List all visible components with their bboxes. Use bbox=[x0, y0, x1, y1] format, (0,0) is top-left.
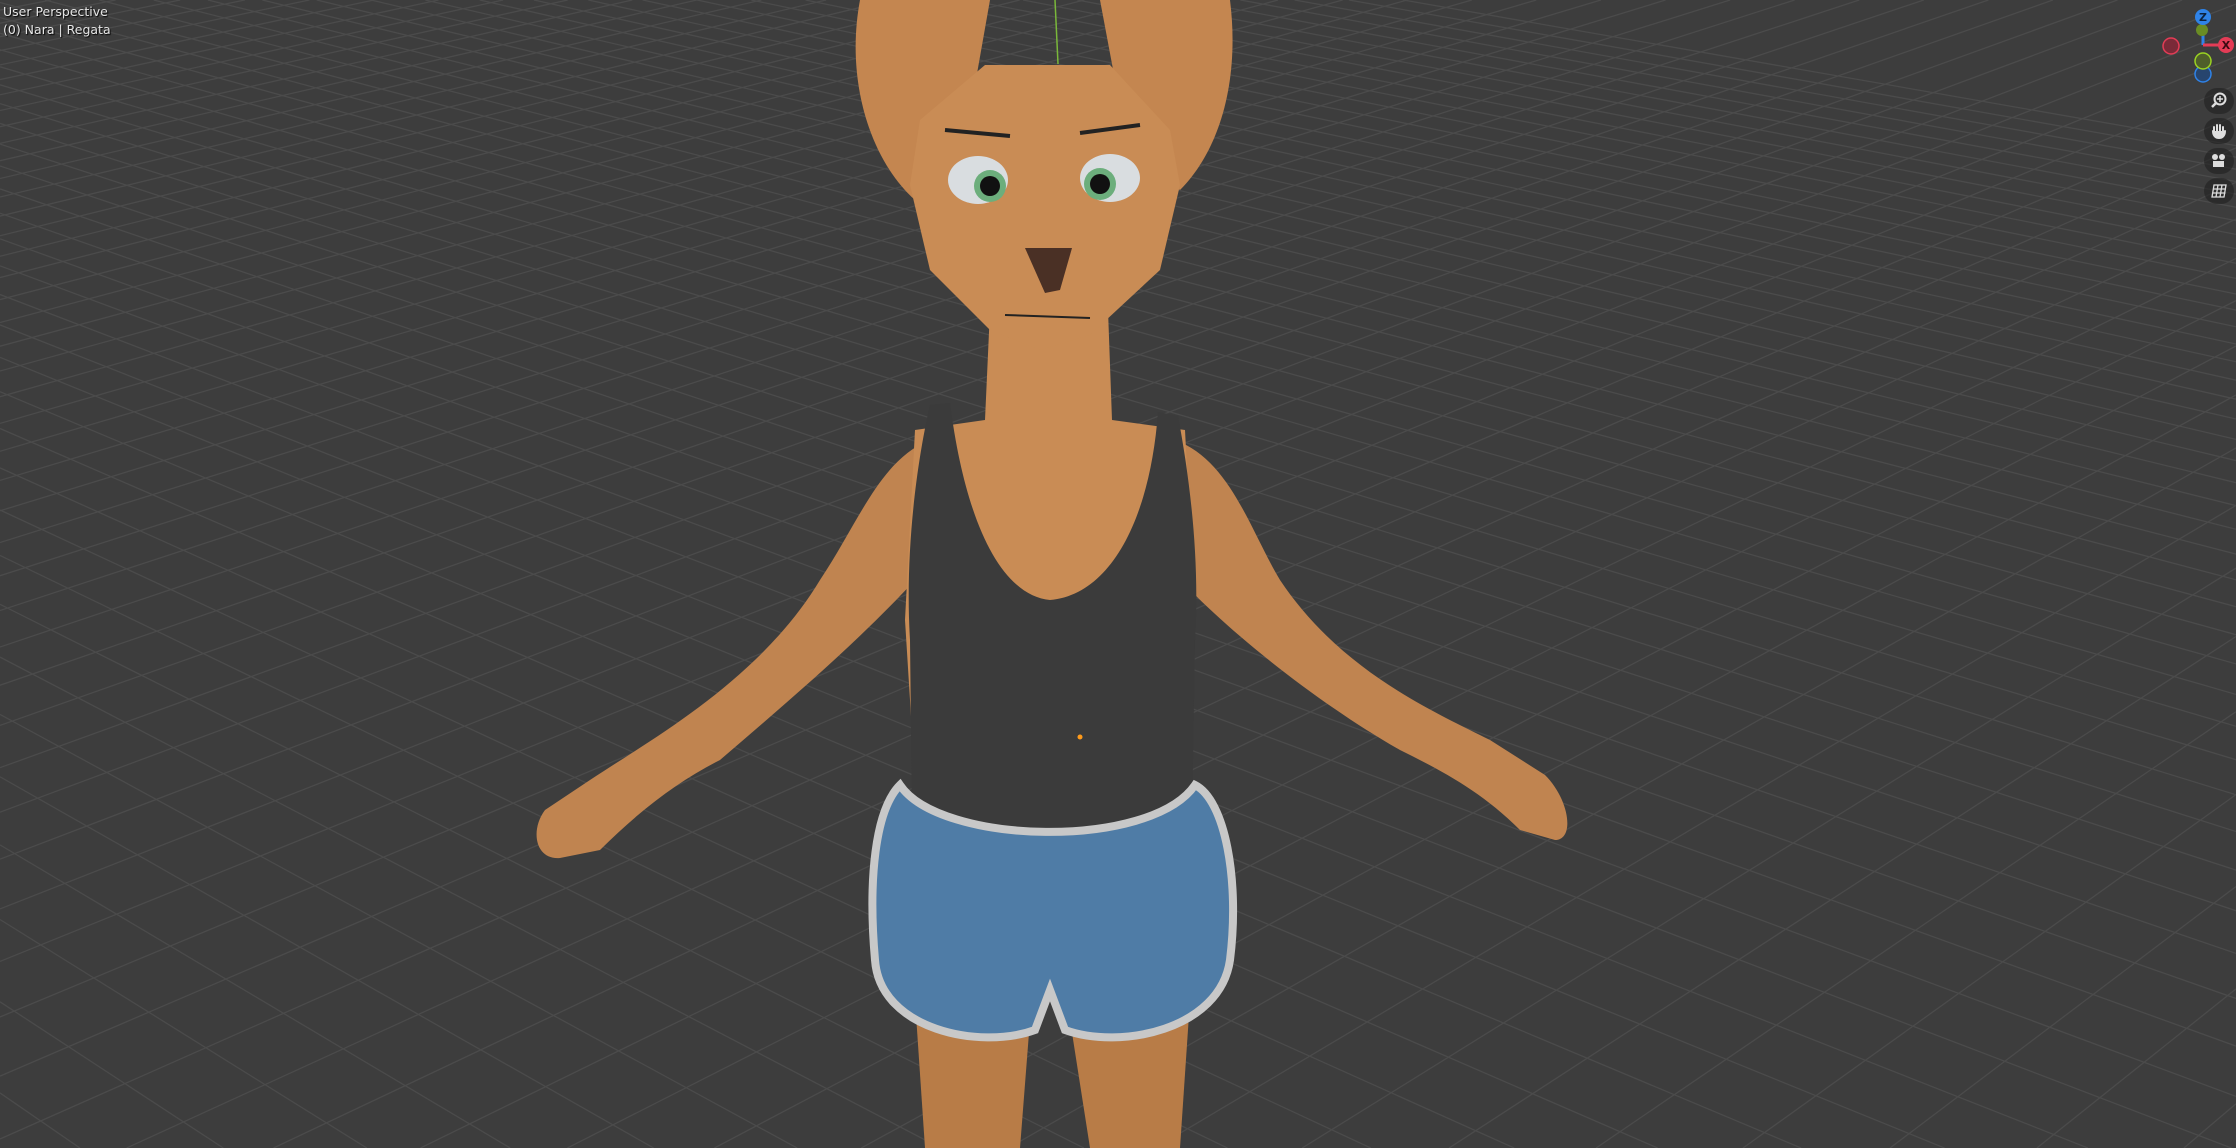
perspective-toggle-button[interactable] bbox=[2204, 178, 2234, 204]
grid-line bbox=[0, 0, 1666, 512]
left-pupil bbox=[980, 176, 1000, 196]
right-pupil bbox=[1090, 174, 1110, 194]
left-arm bbox=[536, 440, 930, 859]
object-origin-dot bbox=[1077, 734, 1083, 740]
navigation-gizmo[interactable]: Z X bbox=[2162, 9, 2234, 83]
grid-line bbox=[0, 427, 1658, 1148]
right-arm bbox=[1175, 440, 1568, 840]
gizmo-y[interactable] bbox=[2196, 24, 2208, 36]
grid-line bbox=[1448, 635, 2236, 1148]
grid-line bbox=[1301, 567, 2236, 1148]
hand-pan-icon bbox=[2212, 124, 2226, 140]
grid-line bbox=[1185, 0, 2236, 195]
grid-line bbox=[1348, 0, 2236, 158]
view-name-label: User Perspective bbox=[3, 4, 108, 19]
grid-line bbox=[2036, 988, 2236, 1148]
grid-line bbox=[1889, 885, 2236, 1148]
pan-button[interactable] bbox=[2204, 118, 2234, 144]
gizmo-x-label: X bbox=[2222, 39, 2231, 52]
grid-perspective-icon bbox=[2211, 184, 2227, 198]
head bbox=[910, 65, 1180, 350]
gizmo-z-label: Z bbox=[2199, 11, 2207, 24]
viewport-scene[interactable]: Z X bbox=[0, 0, 2236, 1148]
grid-line bbox=[1154, 504, 2236, 1148]
grid-line bbox=[1595, 711, 2236, 1148]
zoom-icon bbox=[2211, 92, 2227, 108]
camera-icon bbox=[2212, 154, 2225, 167]
grid-line bbox=[273, 218, 2236, 1148]
grid-line bbox=[2183, 1103, 2236, 1148]
grid-line bbox=[1742, 794, 2236, 1148]
grid-line bbox=[0, 1001, 224, 1148]
active-object-label: (0) Nara | Regata bbox=[3, 22, 111, 37]
y-axis-line bbox=[1054, 0, 1059, 65]
grid-line bbox=[0, 1092, 81, 1148]
grid-line bbox=[0, 656, 941, 1148]
zoom-button[interactable] bbox=[2204, 88, 2234, 114]
grid-line bbox=[1077, 0, 2236, 222]
gizmo-neg-x[interactable] bbox=[2162, 37, 2180, 55]
grid-line bbox=[0, 0, 1537, 452]
camera-view-button[interactable] bbox=[2204, 148, 2234, 174]
grid-line bbox=[0, 0, 1472, 425]
gizmo-neg-y[interactable] bbox=[2194, 52, 2212, 70]
3d-viewport[interactable]: Z X User Perspective (0) Nara | Regata bbox=[0, 0, 2236, 1148]
